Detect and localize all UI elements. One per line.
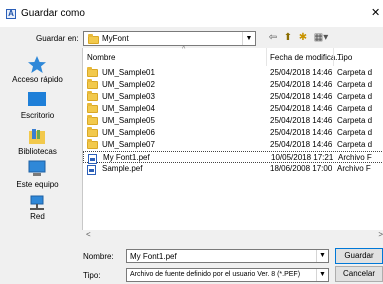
close-button[interactable]: ✕ <box>371 0 383 27</box>
location-value: MyFont <box>102 34 129 43</box>
folder-icon <box>87 79 98 89</box>
app-icon: A <box>6 9 16 19</box>
file-name: Sample.pef <box>102 164 143 173</box>
file-name: UM_Sample02 <box>102 80 155 89</box>
list-item[interactable]: UM_Sample04 25/04/2018 14:46 Carpeta d <box>83 103 383 115</box>
new-folder-icon[interactable]: ✱ <box>296 31 310 44</box>
file-name: UM_Sample03 <box>102 92 155 101</box>
folder-icon <box>87 91 98 101</box>
list-item[interactable]: Sample.pef 18/06/2008 17:00 Archivo F <box>83 163 383 175</box>
column-header-date[interactable]: Fecha de modifica... <box>270 48 342 66</box>
filename-field[interactable]: My Font1.pef ▼ <box>126 249 329 263</box>
place-label: Acceso rápido <box>12 75 63 84</box>
file-type: Carpeta d <box>337 80 373 89</box>
save-as-dialog: A Guardar como ✕ Guardar en: MyFont ▼ ⇦ … <box>0 0 383 284</box>
filename-label: Nombre: <box>83 252 114 261</box>
view-menu-icon[interactable]: ▦▾ <box>311 31 331 44</box>
desktop-icon <box>28 92 46 106</box>
file-date: 25/04/2018 14:46 <box>270 104 333 113</box>
chevron-down-icon[interactable]: ▼ <box>316 269 328 281</box>
folder-icon <box>87 115 98 125</box>
file-date: 25/04/2018 14:46 <box>270 140 333 149</box>
file-type: Carpeta d <box>337 140 373 149</box>
save-button[interactable]: Guardar <box>335 248 383 264</box>
file-name: UM_Sample04 <box>102 104 155 113</box>
list-item[interactable]: UM_Sample06 25/04/2018 14:46 Carpeta d <box>83 127 383 139</box>
chevron-down-icon[interactable]: ▼ <box>316 250 328 262</box>
column-divider[interactable] <box>266 48 267 66</box>
list-item-focused[interactable]: My Font1.pef 10/05/2018 17:21 Archivo F <box>83 151 383 164</box>
file-name: UM_Sample07 <box>102 140 155 149</box>
scroll-left-icon[interactable]: < <box>86 230 91 240</box>
location-combobox[interactable]: MyFont ▼ <box>83 31 256 46</box>
list-item[interactable]: UM_Sample07 25/04/2018 14:46 Carpeta d <box>83 139 383 151</box>
file-type: Carpeta d <box>337 116 373 125</box>
file-list[interactable]: ^ Nombre Fecha de modifica... Tipo UM_Sa… <box>82 46 383 236</box>
places-bar: Acceso rápido Escritorio Bibliotecas Est… <box>0 48 75 236</box>
file-name: UM_Sample06 <box>102 128 155 137</box>
file-name: UM_Sample01 <box>102 68 155 77</box>
file-date: 10/05/2018 17:21 <box>271 153 334 162</box>
list-item[interactable]: UM_Sample03 25/04/2018 14:46 Carpeta d <box>83 91 383 103</box>
folder-icon <box>87 103 98 113</box>
file-date: 18/06/2008 17:00 <box>270 164 333 173</box>
libraries-icon <box>29 129 45 144</box>
file-date: 25/04/2018 14:46 <box>270 116 333 125</box>
dialog-title: Guardar como <box>21 8 85 19</box>
up-folder-icon[interactable]: ⬆ <box>281 31 295 44</box>
filetype-select[interactable]: Archivo de fuente definido por el usuari… <box>126 268 329 282</box>
file-name: My Font1.pef <box>103 153 150 162</box>
folder-icon <box>87 127 98 137</box>
file-type: Carpeta d <box>337 92 373 101</box>
place-label: Bibliotecas <box>18 147 57 156</box>
location-label: Guardar en: <box>36 34 79 43</box>
file-name: UM_Sample05 <box>102 116 155 125</box>
file-type: Carpeta d <box>337 104 373 113</box>
file-type: Archivo F <box>337 164 371 173</box>
folder-icon <box>87 67 98 77</box>
file-type: Carpeta d <box>337 128 373 137</box>
scroll-right-icon[interactable]: > <box>378 230 383 240</box>
star-icon <box>28 56 46 73</box>
file-date: 25/04/2018 14:46 <box>270 68 333 77</box>
place-label: Red <box>30 212 45 221</box>
column-header-name[interactable]: ^ Nombre <box>87 46 185 66</box>
sort-ascending-icon: ^ <box>182 46 186 53</box>
back-icon[interactable]: ⇦ <box>266 31 280 44</box>
file-date: 25/04/2018 14:46 <box>270 128 333 137</box>
title-bar: A Guardar como ✕ <box>0 0 383 27</box>
filetype-label: Tipo: <box>83 271 101 280</box>
network-icon <box>30 195 44 210</box>
chevron-down-icon[interactable]: ▼ <box>242 32 255 45</box>
column-name-label: Nombre <box>87 53 116 62</box>
column-divider[interactable] <box>333 48 334 66</box>
place-label: Este equipo <box>16 180 59 189</box>
folder-icon <box>87 139 98 149</box>
computer-icon <box>28 160 46 176</box>
cancel-button[interactable]: Cancelar <box>335 266 383 282</box>
filename-value: My Font1.pef <box>130 252 177 261</box>
folder-icon <box>88 34 99 44</box>
file-date: 25/04/2018 14:46 <box>270 80 333 89</box>
list-item[interactable]: UM_Sample05 25/04/2018 14:46 Carpeta d <box>83 115 383 127</box>
file-date: 25/04/2018 14:46 <box>270 92 333 101</box>
column-header-type[interactable]: Tipo <box>337 48 352 66</box>
filetype-value: Archivo de fuente definido por el usuari… <box>130 271 301 278</box>
place-label: Escritorio <box>20 111 55 120</box>
list-item[interactable]: UM_Sample02 25/04/2018 14:46 Carpeta d <box>83 79 383 91</box>
file-type: Carpeta d <box>337 68 373 77</box>
horizontal-scrollbar[interactable]: < > <box>82 230 383 240</box>
file-type: Archivo F <box>338 153 372 162</box>
font-file-icon <box>87 165 96 175</box>
list-item[interactable]: UM_Sample01 25/04/2018 14:46 Carpeta d <box>83 67 383 79</box>
